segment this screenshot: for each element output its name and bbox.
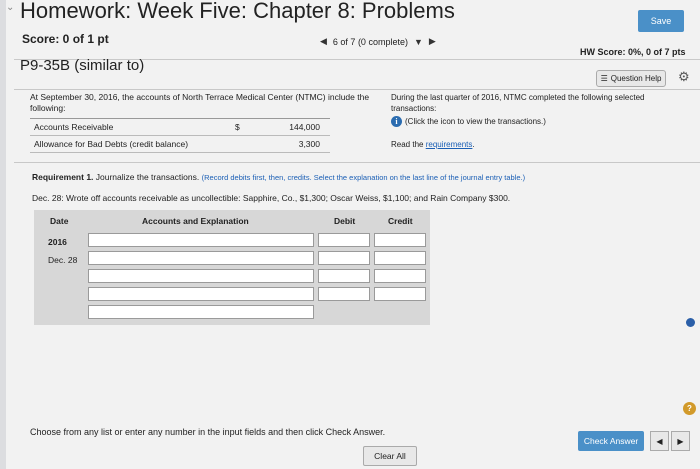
- requirement-text: Requirement 1. Journalize the transactio…: [32, 172, 525, 182]
- transactions-panel: During the last quarter of 2016, NTMC co…: [391, 92, 681, 150]
- quarter-text: During the last quarter of 2016, NTMC co…: [391, 93, 645, 113]
- requirements-line: Read the requirements.: [391, 139, 681, 150]
- info-icon[interactable]: i: [391, 116, 402, 127]
- prev-arrow-button[interactable]: ◀: [650, 431, 669, 451]
- account-name: Accounts Receivable: [34, 122, 114, 132]
- divider: [14, 89, 700, 90]
- hw-score: HW Score: 0%, 0 of 7 pts: [580, 47, 686, 57]
- requirement-instruction: Journalize the transactions.: [93, 172, 202, 182]
- question-progress: 6 of 7 (0 complete): [332, 36, 408, 47]
- question-help-label: Question Help: [610, 74, 662, 83]
- journal-date: Dec. 28: [48, 255, 78, 265]
- question-nav-arrows: ◀ ▶: [650, 431, 690, 451]
- period-text: .: [472, 140, 475, 149]
- debit-input-3[interactable]: [318, 269, 370, 283]
- credit-input-1[interactable]: [374, 233, 426, 247]
- divider: [14, 162, 700, 163]
- col-header-date: Date: [50, 216, 69, 226]
- explanation-input[interactable]: [88, 305, 314, 319]
- question-navigator: ◀ 6 of 7 (0 complete) ▼ ▶: [320, 36, 436, 47]
- transactions-link[interactable]: i (Click the icon to view the transactio…: [391, 116, 681, 127]
- col-header-debit: Debit: [334, 216, 356, 226]
- currency-symbol: $: [235, 122, 240, 132]
- next-arrow-button[interactable]: ▶: [671, 431, 690, 451]
- accounts-table: Accounts Receivable $ 144,000 Allowance …: [30, 118, 330, 153]
- col-header-accounts: Accounts and Explanation: [142, 216, 249, 226]
- credit-input-4[interactable]: [374, 287, 426, 301]
- table-row: Accounts Receivable $ 144,000: [30, 119, 330, 136]
- question-score: Score: 0 of 1 pt: [22, 32, 109, 46]
- col-header-credit: Credit: [388, 216, 413, 226]
- account-select-1[interactable]: [88, 233, 314, 247]
- debit-input-4[interactable]: [318, 287, 370, 301]
- page-title: Homework: Week Five: Chapter 8: Problems: [20, 0, 455, 23]
- requirements-link[interactable]: requirements: [426, 140, 473, 149]
- account-select-4[interactable]: [88, 287, 314, 301]
- problem-intro: At September 30, 2016, the accounts of N…: [30, 92, 370, 113]
- account-name: Allowance for Bad Debts (credit balance): [34, 139, 189, 149]
- problem-id: P9-35B (similar to): [20, 57, 145, 74]
- score-bar: Score: 0 of 1 pt ◀ 6 of 7 (0 complete) ▼…: [14, 28, 700, 60]
- help-icon[interactable]: ?: [683, 402, 696, 415]
- account-select-3[interactable]: [88, 269, 314, 283]
- question-help-button[interactable]: ☰ Question Help: [596, 70, 666, 87]
- transaction-text: Dec. 28: Wrote off accounts receivable a…: [32, 193, 511, 203]
- table-row: Allowance for Bad Debts (credit balance)…: [30, 136, 330, 153]
- prev-question-icon[interactable]: ◀: [320, 36, 327, 47]
- footer-hint: Choose from any list or enter any number…: [30, 427, 386, 437]
- collapse-chevron-icon[interactable]: ⌄: [6, 2, 14, 13]
- question-dropdown-icon[interactable]: ▼: [414, 37, 423, 47]
- account-select-2[interactable]: [88, 251, 314, 265]
- journal-entry-table: Date Accounts and Explanation Debit Cred…: [34, 210, 430, 325]
- scroll-indicator[interactable]: [686, 318, 695, 327]
- homework-page: ⌄ Homework: Week Five: Chapter 8: Proble…: [6, 0, 700, 469]
- list-icon: ☰: [600, 74, 608, 83]
- requirement-hint: (Record debits first, then, credits. Sel…: [201, 173, 526, 182]
- gear-icon[interactable]: ⚙: [678, 69, 690, 85]
- check-answer-button[interactable]: Check Answer: [578, 431, 644, 451]
- account-value: 3,300: [298, 139, 320, 149]
- debit-input-2[interactable]: [318, 251, 370, 265]
- debit-input-1[interactable]: [318, 233, 370, 247]
- account-value: 144,000: [289, 122, 320, 132]
- read-text: Read the: [391, 140, 426, 149]
- requirement-label: Requirement 1.: [32, 172, 94, 182]
- next-question-icon[interactable]: ▶: [429, 36, 436, 47]
- clear-all-button[interactable]: Clear All: [363, 446, 417, 466]
- credit-input-2[interactable]: [374, 251, 426, 265]
- credit-input-3[interactable]: [374, 269, 426, 283]
- journal-year: 2016: [48, 237, 67, 247]
- click-text: (Click the icon to view the transactions…: [405, 117, 546, 126]
